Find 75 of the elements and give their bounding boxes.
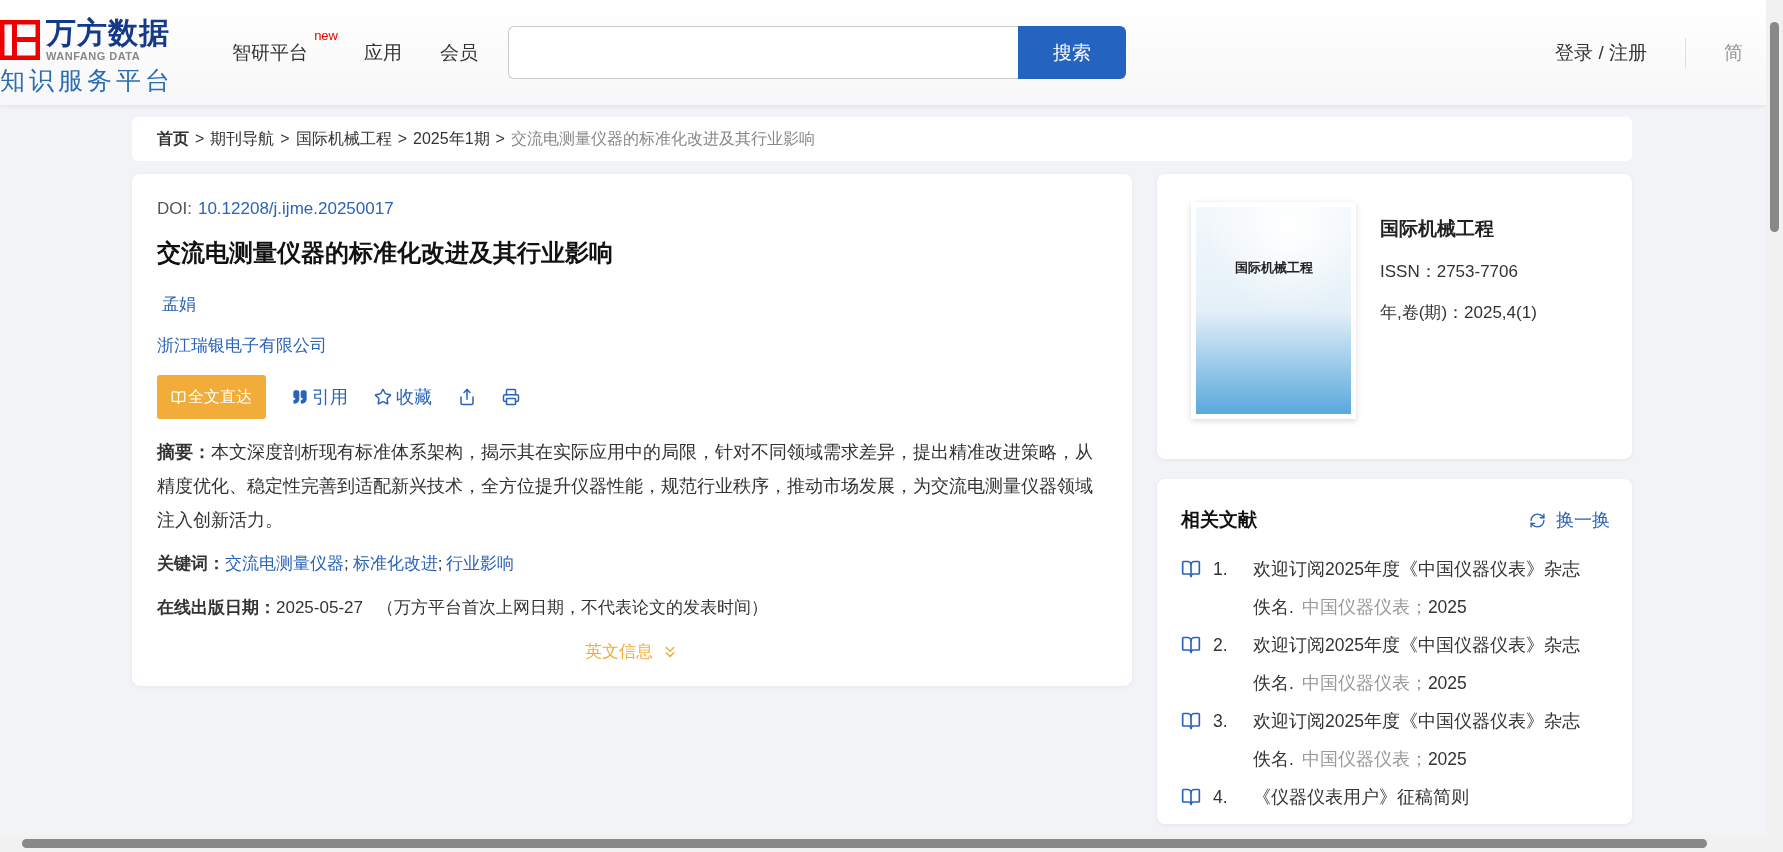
journal-name: 国际机械工程 (1380, 217, 1495, 241)
scrollbar-thumb[interactable] (1770, 22, 1779, 232)
doi-link[interactable]: 10.12208/j.ijme.20250017 (197, 199, 394, 219)
item-number: 4. (1213, 786, 1229, 809)
breadcrumb-link[interactable]: 国际机械工程 (295, 128, 392, 150)
cover-title: 国际机械工程 (1234, 259, 1313, 277)
login-link[interactable]: 登录 / 注册 (1555, 39, 1647, 66)
abstract-text: 摘要：本文深度剖析现有标准体系架构，揭示其在实际应用中的局限，针对不同领域需求差异，提出精准改进策略，从精度优化、稳定性完善到适配新兴技术，全方位提升仪器性能，规范行业秩序，推动市场发展，为交流电测量仪器领域注入创新活力。 (157, 441, 1094, 532)
item-source: 中国仪器仪表； (1301, 672, 1428, 695)
keyword-link[interactable]: 交流电测量仪器 (225, 547, 344, 581)
search-field[interactable] (508, 26, 1018, 79)
breadcrumb-link[interactable]: 期刊导航 (210, 128, 275, 150)
item-number: 1. (1213, 558, 1229, 581)
book-icon (1181, 787, 1201, 807)
item-author: 佚名. (1253, 596, 1294, 619)
refresh-icon (1529, 511, 1546, 529)
related-link[interactable]: 《仪器仪表用户》征稿简则 (1253, 781, 1610, 813)
book-icon (1181, 711, 1201, 731)
nav-link[interactable]: 会员 (440, 39, 478, 66)
quote-icon (292, 389, 308, 405)
vertical-scrollbar[interactable] (1766, 0, 1783, 835)
keyword-separator: ; (344, 553, 349, 575)
item-author: 佚名. (1253, 672, 1294, 695)
keyword-link[interactable]: 标准化改进 (352, 547, 438, 581)
item-year: 2025 (1427, 672, 1467, 695)
item-number: 2. (1213, 634, 1229, 657)
horizontal-scrollbar[interactable] (0, 835, 1783, 852)
logo-subtext: WANFANG DATA (46, 50, 142, 62)
online-date: 2025-05-27 (276, 597, 363, 619)
affiliation-link[interactable]: 浙江瑞银电子有限公司 (157, 334, 1107, 357)
keyword-separator: ; (437, 553, 443, 575)
printer-icon (502, 388, 520, 406)
related-link[interactable]: 欢迎订阅2025年度《中国仪器仪表》杂志 (1253, 705, 1610, 737)
item-year: 2025 (1427, 748, 1467, 771)
keywords-label: 关键词： (157, 553, 225, 575)
online-date-note: （万方平台首次上网日期，不代表论文的发表时间） (376, 597, 768, 619)
related-link[interactable]: 欢迎订阅2025年度《中国仪器仪表》杂志 (1253, 629, 1610, 661)
item-number: 3. (1213, 710, 1229, 733)
share-button[interactable] (458, 388, 476, 406)
logo-tagline: 知识服务平台 (0, 68, 174, 93)
item-year: 2025 (1427, 596, 1467, 619)
favorite-button[interactable]: 收藏 (374, 385, 432, 409)
item-source: 中国仪器仪表； (1301, 748, 1428, 771)
logo-text: 万方数据 (46, 18, 170, 48)
related-link[interactable]: 欢迎订阅2025年度《中国仪器仪表》杂志 (1253, 553, 1610, 585)
breadcrumb-link[interactable]: 2025年1期 (413, 128, 490, 150)
scrollbar-thumb[interactable] (22, 839, 1707, 848)
breadcrumb-link[interactable]: 首页 (157, 128, 189, 150)
print-button[interactable] (502, 388, 520, 406)
breadcrumb-separator: > (495, 130, 505, 148)
doi-label: DOI: (157, 199, 192, 219)
online-date-label: 在线出版日期： (157, 597, 276, 619)
breadcrumb-separator: > (195, 130, 205, 148)
breadcrumb-separator: > (280, 130, 290, 148)
share-icon (458, 388, 476, 406)
volume-text: 年,卷(期)：2025,4(1) (1380, 302, 1537, 324)
cite-button[interactable]: 引用 (292, 385, 348, 409)
related-title: 相关文献 (1181, 508, 1257, 532)
refresh-button[interactable]: 换一换 (1529, 508, 1610, 532)
article-title: 交流电测量仪器的标准化改进及其行业影响 (157, 238, 614, 268)
book-icon (1181, 559, 1201, 579)
breadcrumb-separator: > (397, 130, 408, 148)
logo-icon (0, 20, 40, 60)
item-author: 佚名. (1253, 748, 1294, 771)
issn-text: ISSN：2753-7706 (1380, 261, 1519, 283)
book-icon (171, 389, 186, 405)
book-icon (1181, 635, 1201, 655)
nav-link[interactable]: 应用 (364, 39, 402, 66)
new-label: new (314, 27, 338, 43)
keyword-link[interactable]: 行业影响 (446, 547, 515, 581)
author-link[interactable]: 孟娟 (162, 295, 196, 314)
breadcrumb-link[interactable]: 交流电测量仪器的标准化改进及其行业影响 (510, 128, 815, 150)
star-icon (374, 388, 392, 406)
search-button[interactable]: 搜索 (1018, 26, 1126, 79)
item-source: 中国仪器仪表； (1301, 596, 1428, 619)
